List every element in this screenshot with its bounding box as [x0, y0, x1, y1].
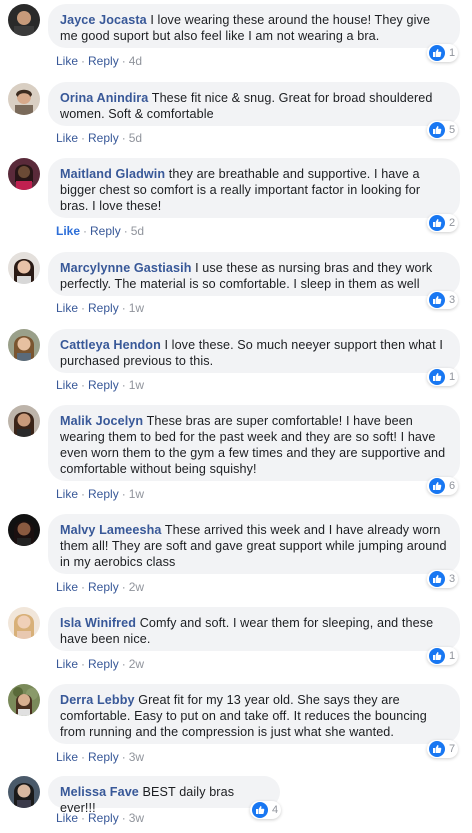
comment-actions: Like · Reply · 2w: [56, 657, 145, 671]
comment-actions: Like · Reply · 5d: [56, 131, 143, 145]
reaction-count[interactable]: 3: [427, 570, 459, 588]
comment-bubble: Derra Lebby Great fit for my 13 year old…: [48, 684, 460, 744]
avatar[interactable]: [8, 252, 40, 284]
reply-link[interactable]: Reply: [88, 378, 119, 392]
thumbs-up-icon: [429, 45, 445, 61]
reply-link[interactable]: Reply: [88, 301, 119, 315]
like-link[interactable]: Like: [56, 580, 78, 594]
reply-link[interactable]: Reply: [88, 131, 119, 145]
comment-author[interactable]: Cattleya Hendon: [60, 338, 161, 352]
comment-time[interactable]: 2w: [129, 657, 144, 671]
reaction-count[interactable]: 1: [427, 44, 459, 62]
comment-time[interactable]: 3w: [129, 750, 144, 764]
comment-bubble: Maitland Gladwin they are breathable and…: [48, 158, 460, 218]
avatar[interactable]: [8, 329, 40, 361]
comment-time[interactable]: 5d: [129, 131, 142, 145]
comment-author[interactable]: Orina Anindira: [60, 91, 148, 105]
comment-author[interactable]: Jayce Jocasta: [60, 13, 147, 27]
reaction-count[interactable]: 3: [427, 291, 459, 309]
avatar[interactable]: [8, 83, 40, 115]
avatar[interactable]: [8, 776, 40, 808]
like-link[interactable]: Like: [56, 750, 78, 764]
comment-bubble: Isla Winifred Comfy and soft. I wear the…: [48, 607, 460, 651]
reaction-count[interactable]: 7: [427, 740, 459, 758]
comment-bubble: Malik Jocelyn These bras are super comfo…: [48, 405, 460, 481]
reply-link[interactable]: Reply: [88, 750, 119, 764]
reply-link[interactable]: Reply: [90, 224, 121, 238]
thumbs-up-icon: [429, 369, 445, 385]
thumbs-up-icon: [429, 478, 445, 494]
reply-link[interactable]: Reply: [88, 657, 119, 671]
comment-author[interactable]: Marcylynne Gastiasih: [60, 261, 192, 275]
reply-link[interactable]: Reply: [88, 811, 119, 825]
comment-bubble: Malvy Lameesha These arrived this week a…: [48, 514, 460, 574]
reaction-count[interactable]: 5: [427, 121, 459, 139]
comment-bubble: Jayce Jocasta I love wearing these aroun…: [48, 4, 460, 48]
thumbs-up-icon: [429, 571, 445, 587]
avatar[interactable]: [8, 158, 40, 190]
comment-actions: Like · Reply · 1w: [56, 301, 145, 315]
reaction-count[interactable]: 1: [427, 368, 459, 386]
comment-actions: Like · Reply · 2w: [56, 580, 145, 594]
comment-bubble: Cattleya Hendon I love these. So much ne…: [48, 329, 460, 373]
like-link[interactable]: Like: [56, 378, 78, 392]
avatar[interactable]: [8, 405, 40, 437]
reaction-count[interactable]: 2: [427, 214, 459, 232]
comment-bubble: Orina Anindira These fit nice & snug. Gr…: [48, 82, 460, 126]
comment-author[interactable]: Malvy Lameesha: [60, 523, 162, 537]
thumbs-up-icon: [429, 648, 445, 664]
thumbs-up-icon: [429, 215, 445, 231]
comment-actions: Like · Reply · 1w: [56, 487, 145, 501]
thumbs-up-icon: [429, 741, 445, 757]
like-link[interactable]: Like: [56, 487, 78, 501]
comment-time[interactable]: 4d: [129, 54, 142, 68]
comment-author[interactable]: Malik Jocelyn: [60, 414, 143, 428]
reply-link[interactable]: Reply: [88, 54, 119, 68]
avatar[interactable]: [8, 684, 40, 716]
comment-time[interactable]: 1w: [129, 301, 144, 315]
comment-bubble: Melissa Fave BEST daily bras ever!!!: [48, 776, 280, 815]
avatar[interactable]: [8, 607, 40, 639]
comment-actions: Like · Reply · 4d: [56, 54, 143, 68]
comment-time[interactable]: 1w: [129, 378, 144, 392]
comment-actions: Like · Reply · 3w: [56, 750, 145, 764]
comment-author[interactable]: Melissa Fave: [60, 785, 139, 799]
comment-time[interactable]: 2w: [129, 580, 144, 594]
thumbs-up-icon: [252, 802, 268, 818]
reply-link[interactable]: Reply: [88, 487, 119, 501]
reaction-count[interactable]: 1: [427, 647, 459, 665]
comment-author[interactable]: Maitland Gladwin: [60, 167, 165, 181]
comment-time[interactable]: 5d: [131, 224, 144, 238]
like-link[interactable]: Like: [56, 657, 78, 671]
like-link[interactable]: Like: [56, 131, 78, 145]
comment-author[interactable]: Derra Lebby: [60, 693, 135, 707]
comment-time[interactable]: 3w: [129, 811, 144, 825]
comment-actions: Like · Reply · 5d: [56, 224, 145, 238]
reaction-count[interactable]: 4: [250, 801, 282, 819]
thumbs-up-icon: [429, 292, 445, 308]
like-link[interactable]: Like: [56, 54, 78, 68]
like-link[interactable]: Like: [56, 301, 78, 315]
like-link[interactable]: Like: [56, 811, 78, 825]
avatar[interactable]: [8, 514, 40, 546]
reaction-count[interactable]: 6: [427, 477, 459, 495]
avatar[interactable]: [8, 4, 40, 36]
comment-actions: Like · Reply · 3w: [56, 811, 145, 825]
thumbs-up-icon: [429, 122, 445, 138]
comment-actions: Like · Reply · 1w: [56, 378, 145, 392]
comment-time[interactable]: 1w: [129, 487, 144, 501]
reply-link[interactable]: Reply: [88, 580, 119, 594]
like-link[interactable]: Like: [56, 224, 80, 238]
comment-bubble: Marcylynne Gastiasih I use these as nurs…: [48, 252, 460, 296]
comment-author[interactable]: Isla Winifred: [60, 616, 136, 630]
